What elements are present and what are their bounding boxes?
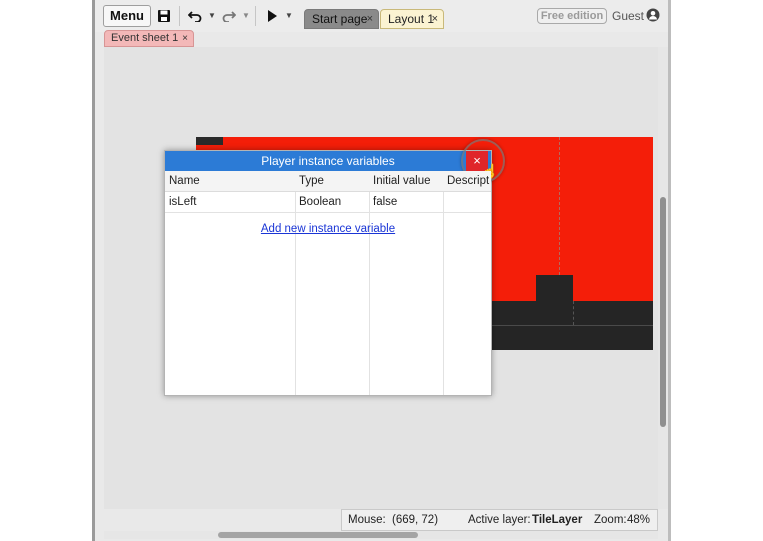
tab-label: Event sheet 1	[111, 32, 179, 44]
column-header-name[interactable]: Name	[165, 171, 295, 192]
play-dropdown-chevron-icon[interactable]: ▼	[285, 6, 293, 26]
redo-icon[interactable]	[221, 5, 237, 27]
save-icon[interactable]	[155, 5, 173, 27]
variable-name-cell[interactable]: isLeft	[165, 192, 295, 213]
tab-start-page[interactable]: Start page ×	[304, 9, 379, 29]
tab-event-sheet-1[interactable]: Event sheet 1 ×	[104, 30, 194, 47]
column-header-description[interactable]: Descript	[443, 171, 491, 192]
column-header-type[interactable]: Type	[295, 171, 369, 192]
table-header-row: Name Type Initial value Descript	[165, 171, 491, 192]
instance-variables-dialog: Player instance variables × ☝ Name Type …	[164, 139, 505, 396]
active-layer-value: TileLayer	[532, 514, 583, 526]
table-row[interactable]: isLeft Boolean false	[165, 192, 491, 213]
toolbar-separator	[255, 6, 256, 26]
scrollbar-thumb[interactable]	[660, 197, 666, 427]
scrollbar-thumb[interactable]	[218, 532, 418, 538]
menu-button[interactable]: Menu	[103, 5, 151, 27]
status-bar: Mouse: (669, 72) Active layer: TileLayer…	[341, 509, 658, 531]
mouse-label: Mouse:	[348, 514, 386, 526]
column-header-initial-value[interactable]: Initial value	[369, 171, 443, 192]
variable-type-cell[interactable]: Boolean	[295, 192, 369, 213]
add-instance-variable-link[interactable]: Add new instance variable	[165, 223, 491, 235]
zoom-label: Zoom:	[594, 514, 627, 526]
redo-dropdown-chevron-icon[interactable]: ▼	[242, 6, 250, 26]
edition-badge[interactable]: Free edition	[537, 8, 607, 24]
user-name[interactable]: Guest	[612, 9, 644, 23]
editor-window: Menu ▼ ▼ ▼ Start page × Layout 1 × Free …	[95, 0, 668, 541]
mouse-position: (669, 72)	[392, 514, 439, 526]
tile-grid-line	[573, 301, 574, 325]
vertical-scrollbar[interactable]	[658, 47, 668, 509]
user-icon[interactable]	[646, 8, 660, 22]
play-icon[interactable]	[265, 5, 279, 27]
close-icon[interactable]: ×	[432, 10, 438, 29]
close-icon[interactable]: ×	[367, 10, 373, 29]
undo-icon[interactable]	[187, 5, 203, 27]
toolbar: Menu ▼ ▼ ▼ Start page × Layout 1 × Free …	[95, 0, 668, 32]
dialog-title[interactable]: Player instance variables	[165, 151, 491, 171]
tab-label: Layout 1	[388, 12, 435, 26]
tab-layout-1[interactable]: Layout 1 ×	[380, 9, 444, 29]
toolbar-separator	[179, 6, 180, 26]
tile-block[interactable]	[536, 275, 573, 301]
active-layer-label: Active layer:	[468, 514, 531, 526]
horizontal-scrollbar[interactable]	[104, 531, 658, 539]
undo-dropdown-chevron-icon[interactable]: ▼	[208, 6, 216, 26]
tile-corner	[196, 137, 223, 145]
tab-label: Start page	[312, 12, 368, 26]
variable-initial-value-cell[interactable]: false	[369, 192, 443, 213]
zoom-value: 48%	[627, 514, 651, 526]
variable-description-cell[interactable]	[443, 192, 491, 213]
variables-table: Name Type Initial value Descript isLeft …	[165, 171, 491, 395]
window-right-edge	[668, 0, 671, 541]
close-icon[interactable]: ×	[182, 31, 188, 46]
